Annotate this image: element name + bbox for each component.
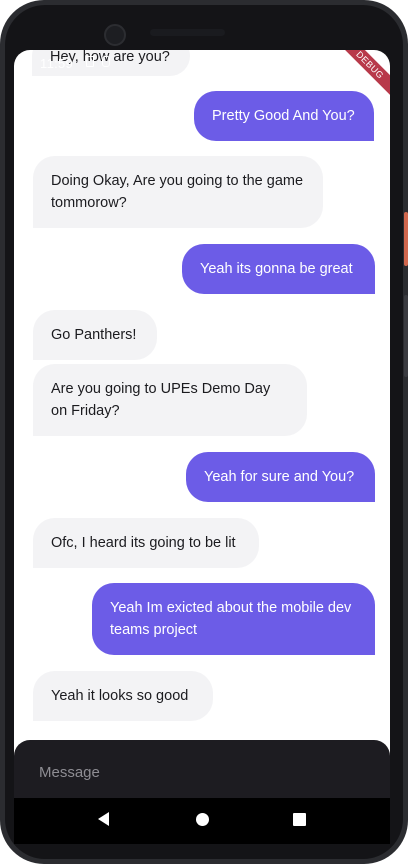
sim-card-icon [86,56,94,67]
power-button [404,212,408,266]
message-text: Doing Okay, Are you going to the game to… [51,173,304,211]
front-camera-icon [104,24,126,46]
message-text: Pretty Good And You? [212,108,355,124]
status-bar: 11:59 [14,50,390,76]
message-bubble: Yeah Im exicted about the mobile dev tea… [92,583,375,655]
message-input[interactable] [37,759,361,785]
back-icon[interactable] [98,812,109,826]
phone-frame: Hey, how are you? Pretty Good And You? D… [0,0,408,864]
home-icon[interactable] [196,813,209,826]
message-text: Yeah it looks so good [51,688,189,704]
message-text: Yeah Im exicted about the mobile dev tea… [110,600,352,638]
app-screen: Hey, how are you? Pretty Good And You? D… [14,50,390,798]
message-bubble: Pretty Good And You? [194,91,374,141]
message-bubble: Yeah its gonna be great [182,244,375,294]
message-composer [14,740,390,798]
wifi-icon [331,56,345,68]
recents-icon[interactable] [293,813,306,826]
message-bubble: Doing Okay, Are you going to the game to… [33,156,323,228]
status-time: 11:59 [40,56,74,71]
message-bubble: Ofc, I heard its going to be lit [33,518,259,568]
message-text: Go Panthers! [51,327,137,343]
message-text: Yeah its gonna be great [200,261,353,277]
navigation-bar [14,798,390,844]
message-text: Are you going to UPEs Demo Day on Friday… [51,381,271,419]
status-left-icons [86,56,110,67]
message-bubble: Go Panthers! [33,310,157,360]
message-bubble: Yeah for sure and You? [186,452,375,502]
volume-button [404,295,408,377]
vibrate-icon [102,56,110,67]
message-text: Ofc, I heard its going to be lit [51,535,236,551]
earpiece-speaker [150,29,225,36]
message-bubble: Are you going to UPEs Demo Day on Friday… [33,364,307,436]
message-text: Yeah for sure and You? [204,469,355,485]
message-bubble: Yeah it looks so good [33,671,213,721]
